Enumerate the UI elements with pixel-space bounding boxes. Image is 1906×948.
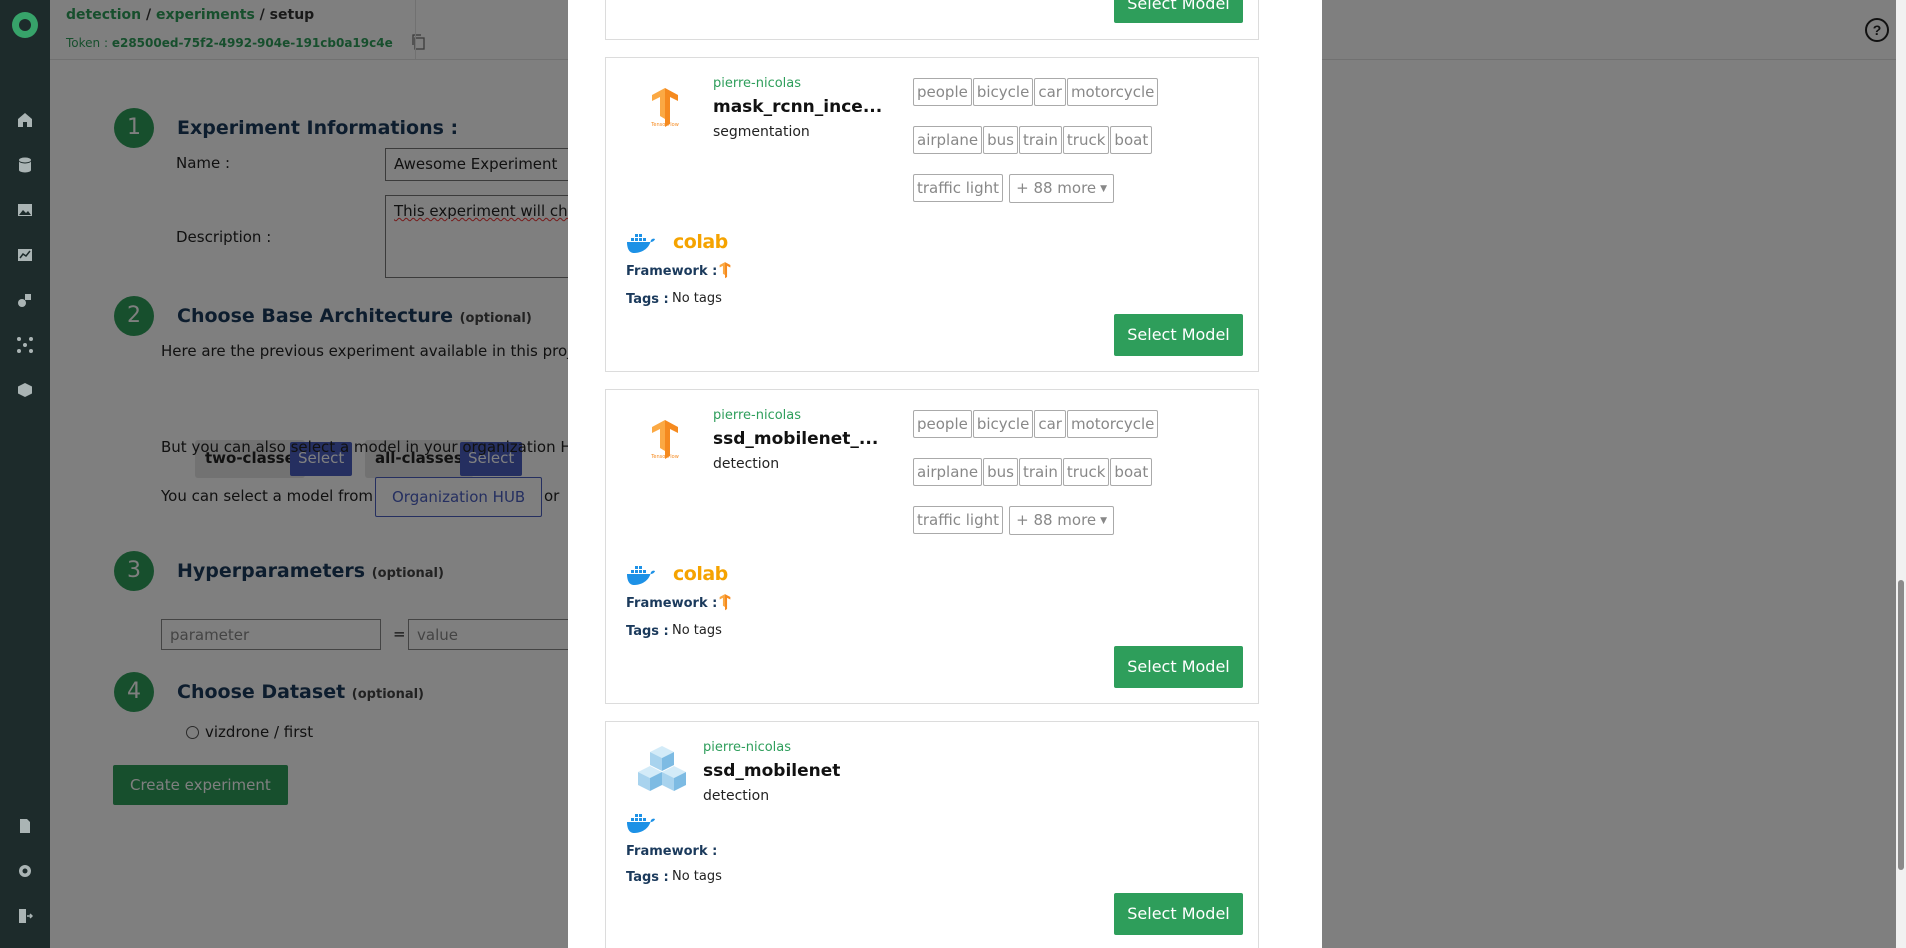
label-chip: traffic light [913, 174, 1004, 202]
model-type: detection [713, 456, 780, 472]
page-scrollbar[interactable] [1896, 0, 1906, 948]
model-labels: people bicycle car motorcycle airplane bus tr… [913, 410, 1173, 554]
model-card-mask-rcnn: TensorFlow pierre-nicolas mask_rcnn_ince… [605, 57, 1259, 372]
tags-label: Tags : [626, 292, 669, 307]
model-owner[interactable]: pierre-nicolas [713, 76, 801, 91]
model-hub-modal: Select Model TensorFlow pierre-nicolas m… [568, 0, 1322, 948]
left-sidebar [0, 0, 50, 948]
model-labels: people bicycle car motorcycle airplane bus tr… [913, 78, 1173, 222]
tags-value: No tags [672, 291, 722, 306]
label-chip: truck [1062, 126, 1110, 154]
select-model-button[interactable]: Select Model [1114, 893, 1243, 935]
label-chip: bicycle [972, 410, 1034, 438]
select-model-button[interactable]: Select Model [1114, 646, 1243, 688]
database-icon[interactable] [17, 157, 33, 173]
docker-icon [626, 564, 656, 590]
tensorflow-logo-icon: TensorFlow [648, 86, 682, 132]
label-chip: people [913, 78, 972, 106]
label-chip: truck [1062, 458, 1110, 486]
label-chip: train [1019, 126, 1062, 154]
label-chip: bicycle [972, 78, 1034, 106]
tensorflow-small-icon [718, 261, 732, 283]
label-chip: car [1034, 78, 1066, 106]
label-chip: traffic light [913, 506, 1004, 534]
model-owner[interactable]: pierre-nicolas [703, 740, 791, 755]
svg-text:TensorFlow: TensorFlow [650, 122, 679, 128]
label-chip: motorcycle [1066, 78, 1159, 106]
tensorflow-small-icon [718, 593, 732, 615]
label-chip: motorcycle [1066, 410, 1159, 438]
colab-logo: colab [673, 231, 728, 253]
more-labels-dropdown[interactable]: + 88 more ▼ [1009, 174, 1115, 203]
framework-label: Framework : [626, 596, 718, 611]
cubes-icon [634, 744, 690, 798]
chart-icon[interactable] [17, 247, 33, 263]
app-logo-icon[interactable] [12, 12, 38, 38]
model-name[interactable]: ssd_mobilenet_... [713, 429, 878, 449]
settings-icon[interactable] [17, 863, 33, 879]
select-model-button[interactable]: Select Model [1114, 314, 1243, 356]
framework-label: Framework : [626, 844, 718, 859]
document-icon[interactable] [17, 818, 33, 834]
model-owner[interactable]: pierre-nicolas [713, 408, 801, 423]
model-card-ssd-mobilenet: pierre-nicolas ssd_mobilenet detection F… [605, 721, 1259, 948]
network-icon[interactable] [17, 337, 33, 353]
model-card-ssd-mobilenet-tf: TensorFlow pierre-nicolas ssd_mobilenet_… [605, 389, 1259, 704]
robot-icon[interactable] [17, 292, 33, 308]
framework-label: Framework : [626, 264, 718, 279]
model-name[interactable]: ssd_mobilenet [703, 761, 840, 781]
svg-text:TensorFlow: TensorFlow [650, 454, 679, 460]
tags-label: Tags : [626, 624, 669, 639]
tags-value: No tags [672, 869, 722, 884]
docker-icon [626, 812, 656, 838]
label-chip: boat [1110, 458, 1153, 486]
model-type: detection [703, 788, 770, 804]
model-card-partial: Select Model [605, 0, 1259, 40]
label-chip: people [913, 410, 972, 438]
model-name[interactable]: mask_rcnn_ince... [713, 97, 882, 117]
label-chip: car [1034, 410, 1066, 438]
image-icon[interactable] [17, 202, 33, 218]
logout-icon[interactable] [17, 908, 33, 924]
label-chip: bus [983, 458, 1018, 486]
label-chip: boat [1110, 126, 1153, 154]
label-chip: airplane [913, 458, 983, 486]
scrollbar-thumb[interactable] [1898, 580, 1904, 870]
cube-icon[interactable] [17, 382, 33, 398]
caret-down-icon: ▼ [1100, 515, 1108, 526]
select-model-button-top[interactable]: Select Model [1114, 0, 1243, 23]
label-chip: airplane [913, 126, 983, 154]
more-labels-dropdown[interactable]: + 88 more ▼ [1009, 506, 1115, 535]
docker-icon [626, 232, 656, 258]
caret-down-icon: ▼ [1100, 183, 1108, 194]
home-icon[interactable] [17, 112, 33, 128]
colab-logo: colab [673, 563, 728, 585]
tags-label: Tags : [626, 870, 669, 885]
model-type: segmentation [713, 124, 810, 140]
tensorflow-logo-icon: TensorFlow [648, 418, 682, 464]
tags-value: No tags [672, 623, 722, 638]
label-chip: train [1019, 458, 1062, 486]
label-chip: bus [983, 126, 1018, 154]
